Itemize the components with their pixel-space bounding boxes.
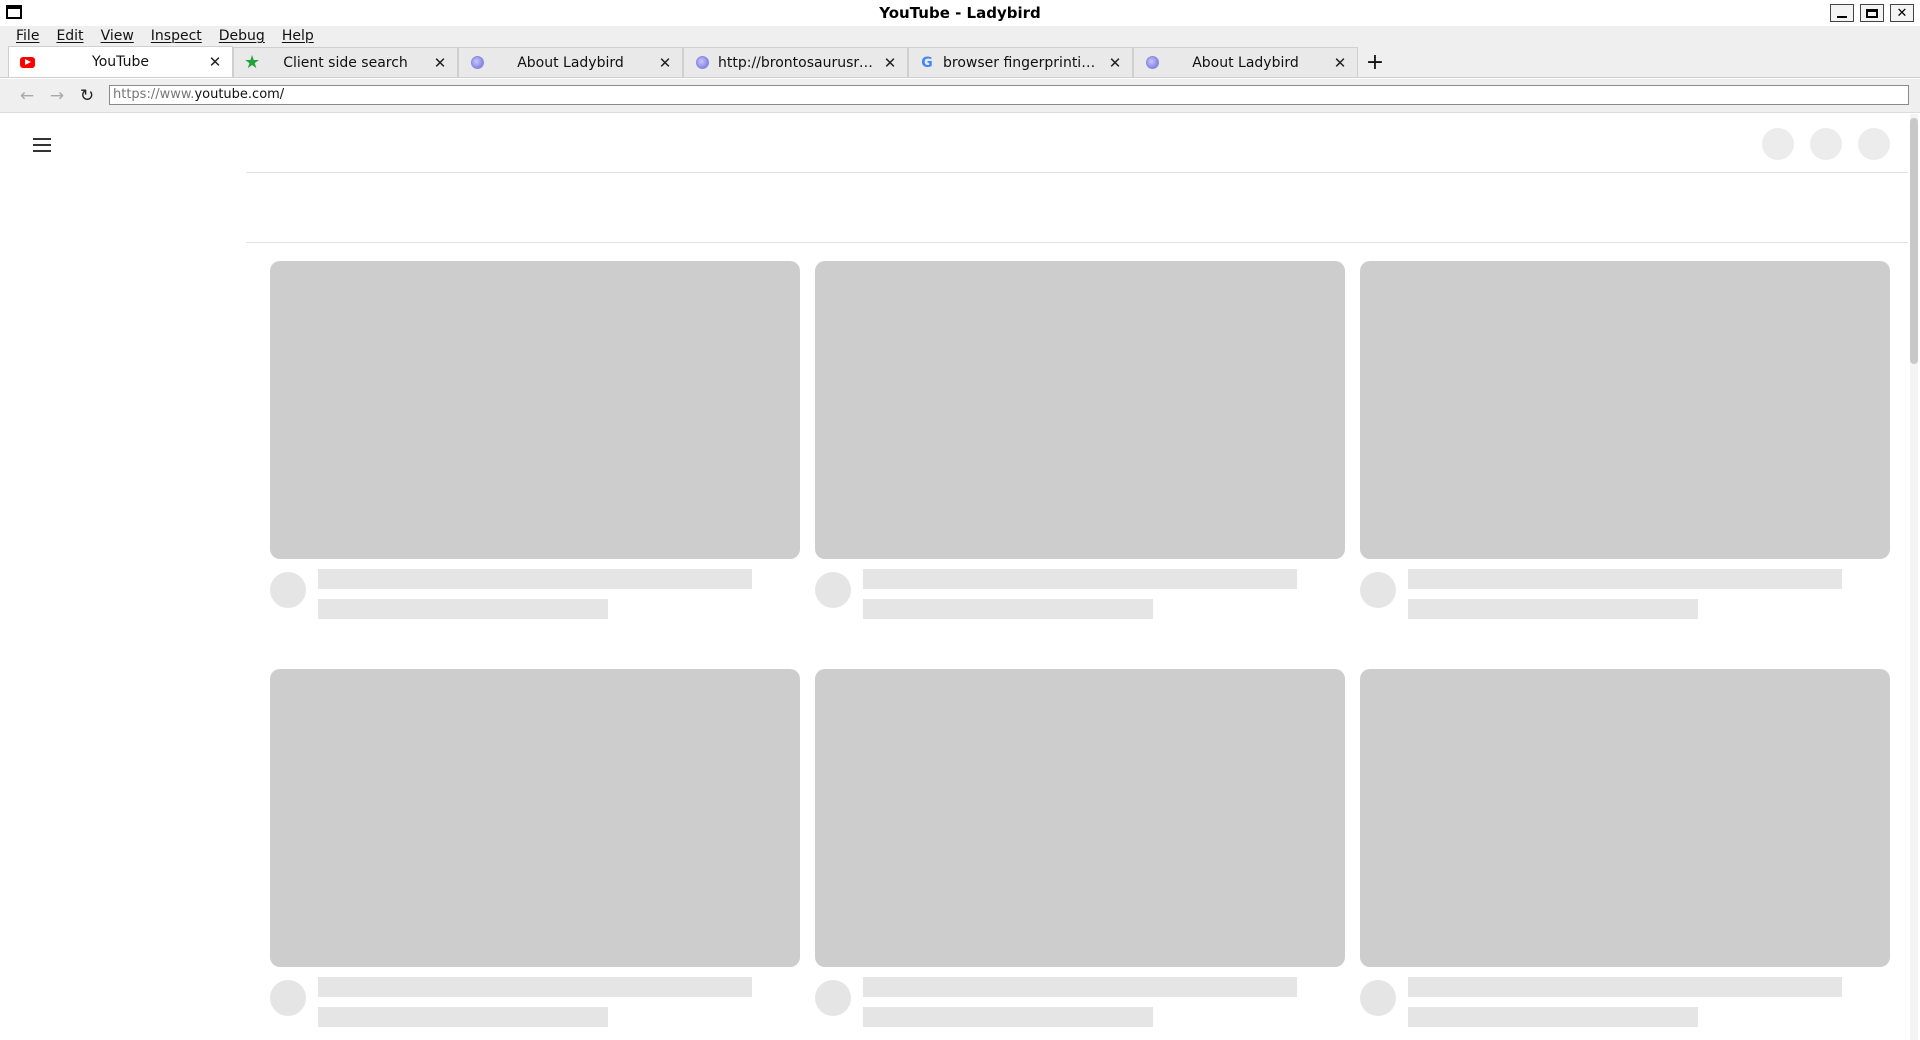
- placeholder-circle: [1810, 128, 1842, 160]
- window-menu-icon[interactable]: [6, 5, 22, 19]
- avatar-placeholder: [815, 980, 851, 1016]
- window-title: YouTube - Ladybird: [879, 4, 1041, 22]
- google-icon: G: [921, 54, 933, 71]
- tab-browser-fingerprinting[interactable]: G browser fingerprinting t... ✕: [908, 47, 1133, 77]
- tab-label: About Ladybird: [517, 54, 624, 71]
- meta-placeholder: [318, 599, 608, 619]
- window-controls: ✕: [1830, 4, 1914, 22]
- avatar-placeholder: [1360, 980, 1396, 1016]
- menu-debug[interactable]: Debug: [219, 28, 265, 44]
- thumbnail-placeholder: [815, 261, 1345, 559]
- placeholder-circle: [1858, 128, 1890, 160]
- ladybird-icon: [469, 55, 485, 71]
- url-host: youtube.com/: [194, 87, 285, 102]
- close-icon: ✕: [1896, 5, 1908, 21]
- tab-client-side-search[interactable]: ★ Client side search ✕: [233, 47, 458, 77]
- close-window-button[interactable]: ✕: [1890, 4, 1914, 22]
- video-card-placeholder[interactable]: [1360, 669, 1890, 1027]
- back-button[interactable]: ←: [12, 86, 42, 106]
- thumbnail-placeholder: [815, 669, 1345, 967]
- hamburger-menu-icon[interactable]: [33, 138, 51, 152]
- tab-label: http://brontosaurusrex....: [718, 54, 881, 71]
- title-placeholder: [1408, 569, 1842, 589]
- minimize-icon: [1837, 16, 1847, 18]
- tab-about-ladybird-2[interactable]: About Ladybird ✕: [1133, 47, 1358, 77]
- meta-placeholder: [1408, 599, 1698, 619]
- menu-file[interactable]: File: [16, 28, 39, 44]
- tab-close-icon[interactable]: ✕: [206, 53, 224, 71]
- meta-placeholder: [318, 1007, 608, 1027]
- tab-label: YouTube: [92, 54, 149, 70]
- title-placeholder: [318, 569, 752, 589]
- title-placeholder: [863, 977, 1297, 997]
- star-icon: ★: [243, 51, 261, 73]
- ladybird-icon: [1144, 55, 1160, 71]
- window-titlebar: YouTube - Ladybird ✕: [0, 0, 1920, 27]
- new-tab-button[interactable]: +: [1360, 47, 1390, 77]
- maximize-button[interactable]: [1860, 4, 1884, 22]
- avatar-placeholder: [1360, 572, 1396, 608]
- tab-label: Client side search: [283, 54, 408, 71]
- menu-inspect[interactable]: Inspect: [151, 28, 202, 44]
- tab-close-icon[interactable]: ✕: [656, 54, 674, 72]
- title-placeholder: [318, 977, 752, 997]
- thumbnail-placeholder: [270, 261, 800, 559]
- menu-edit[interactable]: Edit: [56, 28, 83, 44]
- navigation-toolbar: ← → ↻ https://www.youtube.com/: [0, 79, 1920, 113]
- title-placeholder: [1408, 977, 1842, 997]
- forward-button[interactable]: →: [42, 86, 72, 106]
- page-viewport[interactable]: [0, 114, 1920, 1040]
- minimize-button[interactable]: [1830, 4, 1854, 22]
- title-placeholder: [863, 569, 1297, 589]
- video-card-placeholder[interactable]: [815, 669, 1345, 1027]
- avatar-placeholder: [270, 572, 306, 608]
- tab-bar: YouTube ✕ ★ Client side search ✕ About L…: [0, 46, 1920, 78]
- avatar-placeholder: [270, 980, 306, 1016]
- reload-button[interactable]: ↻: [72, 86, 102, 106]
- menu-bar: File Edit View Inspect Debug Help: [0, 26, 1920, 46]
- tab-close-icon[interactable]: ✕: [1331, 54, 1349, 72]
- video-card-placeholder[interactable]: [270, 261, 800, 619]
- scrollbar-thumb[interactable]: [1910, 118, 1918, 364]
- tab-label: About Ladybird: [1192, 54, 1299, 71]
- thumbnail-placeholder: [270, 669, 800, 967]
- youtube-icon: [19, 54, 35, 70]
- url-input[interactable]: https://www.youtube.com/: [109, 85, 1909, 105]
- tab-close-icon[interactable]: ✕: [1106, 54, 1124, 72]
- tab-brontosaurusrex[interactable]: http://brontosaurusrex.... ✕: [683, 47, 908, 77]
- video-card-placeholder[interactable]: [1360, 261, 1890, 619]
- tab-about-ladybird[interactable]: About Ladybird ✕: [458, 47, 683, 77]
- video-card-placeholder[interactable]: [270, 669, 800, 1027]
- tab-close-icon[interactable]: ✕: [881, 54, 899, 72]
- meta-placeholder: [863, 599, 1153, 619]
- menu-view[interactable]: View: [101, 28, 134, 44]
- maximize-icon: [1866, 8, 1878, 18]
- thumbnail-placeholder: [1360, 261, 1890, 559]
- thumbnail-placeholder: [1360, 669, 1890, 967]
- tab-label: browser fingerprinting t...: [943, 54, 1106, 71]
- avatar-placeholder: [815, 572, 851, 608]
- header-placeholder-buttons: [1762, 128, 1890, 160]
- tab-close-icon[interactable]: ✕: [431, 54, 449, 72]
- ladybird-icon: [694, 55, 710, 71]
- meta-placeholder: [863, 1007, 1153, 1027]
- placeholder-circle: [1762, 128, 1794, 160]
- meta-placeholder: [1408, 1007, 1698, 1027]
- url-scheme: https://www.: [113, 87, 195, 102]
- video-card-placeholder[interactable]: [815, 261, 1345, 619]
- tab-youtube[interactable]: YouTube ✕: [8, 46, 233, 77]
- header-divider: [246, 172, 1908, 173]
- menu-help[interactable]: Help: [282, 28, 314, 44]
- chips-divider: [246, 242, 1908, 243]
